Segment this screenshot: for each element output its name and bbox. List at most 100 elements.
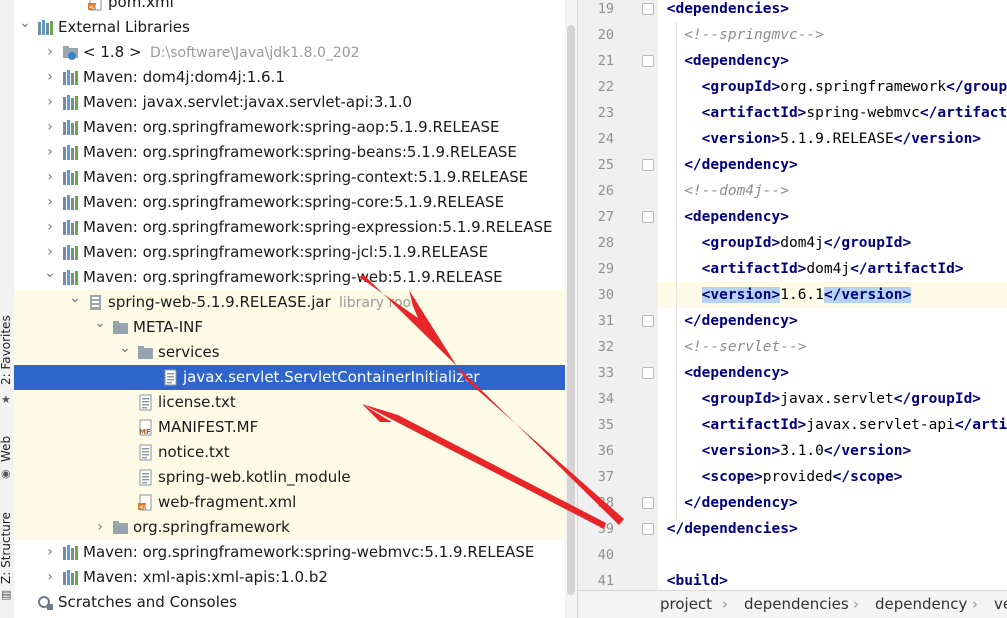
tree-row-label: spring-web.kotlin_module [158,468,351,486]
fold-marker-icon[interactable] [642,523,654,535]
tree-row[interactable]: MF MANIFEST.MF [14,415,577,440]
xml-tag: <version> [701,443,781,459]
tree-row[interactable]: spring-web.kotlin_module [14,465,577,490]
tree-row[interactable]: › Maven: org.springframework:spring-core:… [14,190,577,215]
tree-row[interactable]: › < 1.8 > D:\software\Java\jdk1.8.0_202 [14,40,577,65]
code-line[interactable]: <dependency> [658,360,1007,386]
code-line[interactable]: </dependencies> [658,516,1007,542]
tree-row[interactable]: Scratches and Consoles [14,590,577,615]
chevron-right-icon[interactable]: › [43,143,57,161]
xml-tag: <groupId> [701,391,781,407]
code-line[interactable]: <version>5.1.9.RELEASE</version> [658,126,1007,152]
svg-text:</: </ [139,504,147,511]
breadcrumb-item[interactable]: dependencies [744,591,849,618]
fold-marker-icon[interactable] [642,315,654,327]
code-line[interactable]: <groupId>javax.servlet</groupId> [658,386,1007,412]
code-line[interactable]: <dependency> [658,48,1007,74]
code-line[interactable]: </dependency> [658,308,1007,334]
tree-row-label: pom.xml [108,0,174,11]
xml-text: javax.servlet [780,391,894,407]
tree-row[interactable]: ⌄ spring-web-5.1.9.RELEASE.jar library roo… [14,290,577,315]
tree-row[interactable]: › Maven: org.springframework:spring-expre… [14,215,577,240]
fold-marker-icon[interactable] [642,3,654,15]
tree-row[interactable]: </ web-fragment.xml [14,490,577,515]
tree-row-label: Maven: org.springframework:spring-web:5.… [83,268,503,286]
chevron-right-icon[interactable]: › [43,568,57,586]
tree-row[interactable]: javax.servlet.ServletContainerInitialize… [14,365,577,390]
svg-text:</: </ [89,4,97,11]
chevron-down-icon[interactable]: ⌄ [18,14,32,32]
xml-tag: <version> [701,131,781,147]
text-file-icon [137,469,154,486]
fold-marker-icon[interactable] [642,159,654,171]
code-line[interactable]: <artifactId>dom4j</artifactId> [658,256,1007,282]
breadcrumb-item[interactable]: ve [994,591,1007,618]
chevron-right-icon[interactable]: › [43,93,57,111]
chevron-right-icon[interactable]: › [43,68,57,86]
line-number: 19 [597,1,614,17]
tree-row[interactable]: </ pom.xml [14,0,577,15]
code-line[interactable]: </dependency> [658,152,1007,178]
tree-row[interactable]: › Maven: xml-apis:xml-apis:1.0.b2 [14,565,577,590]
fold-marker-icon[interactable] [642,55,654,67]
xml-tag: <dependency> [684,365,789,381]
library-icon [62,119,79,136]
favorites-tab[interactable]: 2: Favorites [0,315,13,385]
code-line[interactable]: <groupId>org.springframework</groupId> [658,74,1007,100]
code-line[interactable]: <dependencies> [658,0,1007,22]
tree-row[interactable]: › Maven: org.springframework:spring-jcl:5… [14,240,577,265]
xml-text: spring-webmvc [806,105,920,121]
ide-window: 2: Favorites ★ Web ◉ Z: Structure ▤ </ po… [0,0,1007,618]
chevron-right-icon[interactable]: › [43,543,57,561]
tree-row[interactable]: › Maven: javax.servlet:javax.servlet-api:… [14,90,577,115]
library-icon [62,219,79,236]
tree-row[interactable]: ⌄ META-INF [14,315,577,340]
tree-row[interactable]: › Maven: org.springframework:spring-conte… [14,165,577,190]
star-icon: ★ [1,393,11,406]
code-line[interactable]: <!--dom4j--> [658,178,1007,204]
tree-row[interactable]: › Maven: org.springframework:spring-webmv… [14,540,577,565]
code-line[interactable]: <artifactId>spring-webmvc</artifactId> [658,100,1007,126]
fold-marker-icon[interactable] [642,211,654,223]
breadcrumb-item[interactable]: project [660,591,712,618]
chevron-right-icon[interactable]: › [43,243,57,261]
chevron-right-icon[interactable]: › [43,193,57,211]
chevron-right-icon[interactable]: › [43,118,57,136]
code-line[interactable]: <groupId>dom4j</groupId> [658,230,1007,256]
code-line[interactable]: </dependency> [658,490,1007,516]
fold-marker-icon[interactable] [642,367,654,379]
chevron-right-icon[interactable]: › [43,218,57,236]
chevron-down-icon[interactable]: ⌄ [118,339,132,357]
scrollbar-thumb[interactable] [567,25,575,595]
code-line[interactable]: <dependency> [658,204,1007,230]
tree-row[interactable]: › Maven: org.springframework:spring-beans… [14,140,577,165]
tree-row[interactable]: › org.springframework [14,515,577,540]
code-line[interactable]: <version>3.1.0</version> [658,438,1007,464]
chevron-right-icon[interactable]: › [93,518,107,536]
breadcrumb-item[interactable]: dependency [875,591,967,618]
web-tab[interactable]: Web [0,436,13,462]
chevron-right-icon[interactable]: › [43,168,57,186]
chevron-down-icon[interactable]: ⌄ [93,314,107,332]
tree-row[interactable]: ⌄ External Libraries [14,15,577,40]
chevron-down-icon[interactable]: ⌄ [68,289,82,307]
fold-marker-icon[interactable] [642,497,654,509]
code-line[interactable]: <!--servlet--> [658,334,1007,360]
chevron-down-icon[interactable]: ⌄ [43,264,57,282]
chevron-right-icon[interactable]: › [43,43,57,61]
code-line[interactable]: <artifactId>javax.servlet-api</artifactI… [658,412,1007,438]
tree-row[interactable]: › Maven: org.springframework:spring-aop:5… [14,115,577,140]
tree-row[interactable]: notice.txt [14,440,577,465]
code-line[interactable] [658,542,1007,568]
tree-row[interactable]: ⌄ services [14,340,577,365]
tree-row[interactable]: › Maven: dom4j:dom4j:1.6.1 [14,65,577,90]
tree-row[interactable]: license.txt [14,390,577,415]
code-editor[interactable]: 19 20 21 22 23 24 25 26 27 28 29 30 31 32 33 34 35 36 37 38… [577,0,1007,618]
code-line[interactable]: <!--springmvc--> [658,22,1007,48]
code-line[interactable]: <scope>provided</scope> [658,464,1007,490]
code-line[interactable]: <version>1.6.1</version> [658,282,1007,308]
tree-row[interactable]: ⌄ Maven: org.springframework:spring-web:5… [14,265,577,290]
structure-tab[interactable]: Z: Structure [0,512,13,584]
tree-scrollbar[interactable] [565,0,577,618]
xml-text: 5.1.9.RELEASE [780,131,894,147]
